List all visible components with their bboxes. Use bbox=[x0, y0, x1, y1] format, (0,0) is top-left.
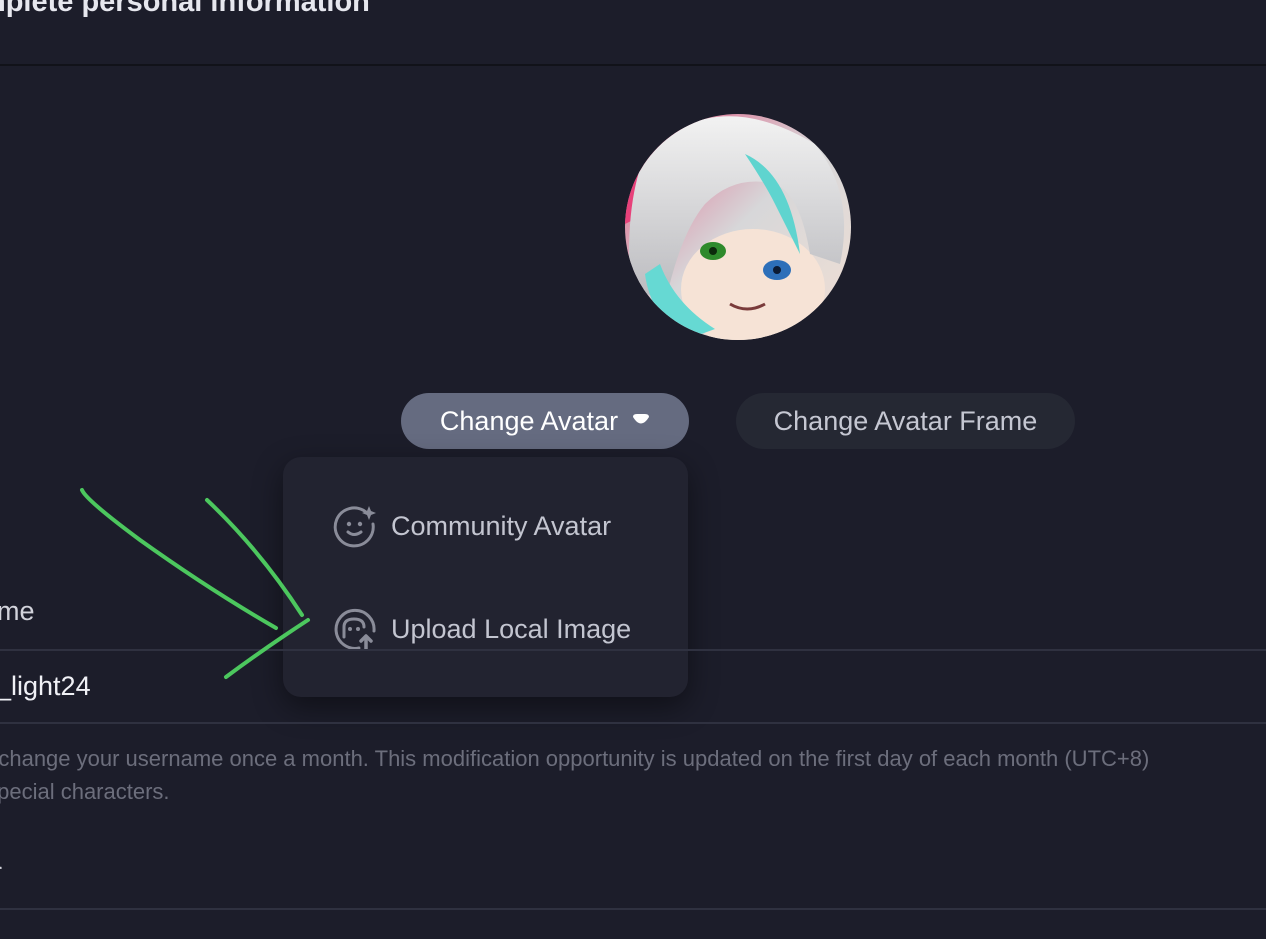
header-divider bbox=[0, 64, 1266, 66]
avatar bbox=[625, 114, 851, 340]
divider bbox=[0, 908, 1266, 910]
divider bbox=[0, 722, 1266, 724]
menu-item-community-avatar[interactable]: Community Avatar bbox=[333, 502, 611, 550]
upload-image-icon bbox=[333, 607, 377, 651]
change-avatar-label: Change Avatar bbox=[439, 405, 619, 436]
avatar-dropdown-menu: Community Avatar Upload Local Image bbox=[283, 457, 688, 697]
username-label: ame bbox=[0, 596, 35, 626]
caret-down-icon bbox=[632, 414, 650, 428]
menu-item-upload-local-image[interactable]: Upload Local Image bbox=[333, 605, 631, 653]
next-field-label: er bbox=[0, 857, 2, 888]
divider bbox=[0, 649, 1266, 651]
username-hint: n change your username once a month. Thi… bbox=[0, 746, 1150, 804]
username-input[interactable]: _light24 bbox=[0, 671, 91, 702]
page-title: nplete personal information bbox=[0, 0, 370, 18]
community-avatar-icon bbox=[333, 504, 377, 548]
menu-item-label: Upload Local Image bbox=[391, 613, 632, 644]
menu-item-label: Community Avatar bbox=[391, 510, 612, 541]
profile-edit-page: nplete personal information Change Avata… bbox=[0, 0, 1266, 939]
change-avatar-button[interactable]: Change Avatar bbox=[401, 393, 689, 449]
change-avatar-frame-button[interactable]: Change Avatar Frame bbox=[736, 393, 1075, 449]
change-avatar-frame-label: Change Avatar Frame bbox=[773, 405, 1038, 436]
